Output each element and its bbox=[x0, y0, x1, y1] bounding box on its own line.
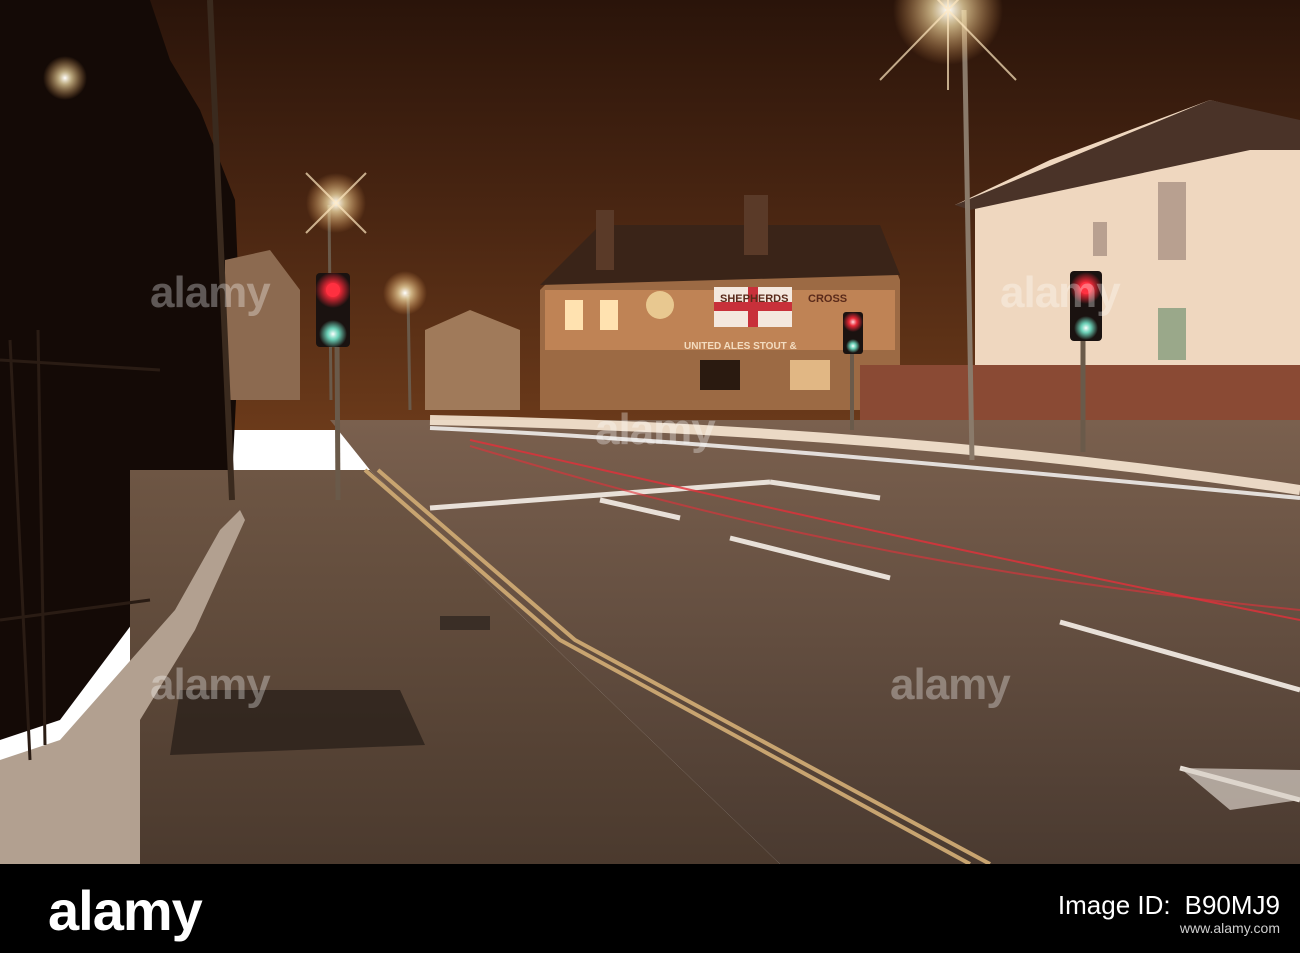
streetlight-glow bbox=[43, 56, 87, 100]
pub-window bbox=[600, 300, 618, 330]
pub-window bbox=[565, 300, 583, 330]
pub-chimney-left bbox=[596, 210, 614, 270]
image-id-value: B90MJ9 bbox=[1184, 890, 1280, 920]
watermark: alamy bbox=[890, 660, 1011, 709]
alamy-logo: alamy bbox=[48, 879, 203, 942]
pub-chimney-right bbox=[744, 195, 768, 255]
drain-cover bbox=[440, 616, 490, 630]
image-id-label: Image ID: bbox=[1057, 890, 1171, 920]
footer-url: www.alamy.com bbox=[1179, 920, 1280, 936]
house-window-small bbox=[1093, 222, 1107, 256]
night-street-photo: SHEPHERDS CROSS UNITED ALES STOUT & alam… bbox=[0, 0, 1300, 864]
pub-window bbox=[790, 360, 830, 390]
watermark: alamy bbox=[1000, 268, 1121, 317]
pub-roof bbox=[540, 225, 900, 285]
pub-door bbox=[700, 360, 740, 390]
house-window-upper bbox=[1158, 182, 1186, 260]
footer-bar: alamy Image ID: B90MJ9 www.alamy.com bbox=[0, 864, 1300, 953]
house-window-lower bbox=[1158, 308, 1186, 360]
watermark: alamy bbox=[595, 405, 716, 454]
image-id: Image ID: B90MJ9 bbox=[1044, 890, 1280, 921]
pub-emblem bbox=[646, 291, 674, 319]
streetlight-glow bbox=[383, 271, 427, 315]
pub-sign-right: CROSS bbox=[808, 293, 847, 305]
pub-sign-left: SHEPHERDS bbox=[720, 293, 788, 305]
pub-fascia-text: UNITED ALES STOUT & bbox=[684, 341, 797, 352]
watermark: alamy bbox=[150, 660, 271, 709]
row-houses bbox=[425, 310, 520, 410]
watermark: alamy bbox=[150, 268, 271, 317]
stock-photo-frame: SHEPHERDS CROSS UNITED ALES STOUT & alam… bbox=[0, 0, 1300, 953]
